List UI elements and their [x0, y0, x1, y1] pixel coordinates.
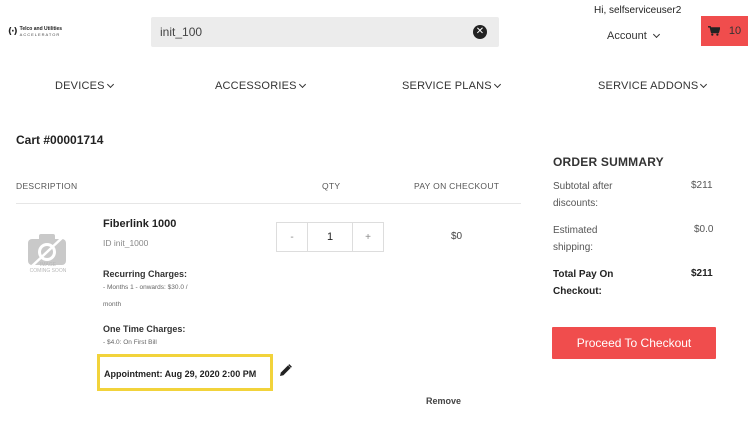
- remove-item-link[interactable]: Remove: [426, 396, 461, 406]
- total-value: $211: [691, 268, 713, 279]
- quantity-increment-button[interactable]: +: [353, 223, 383, 251]
- quantity-decrement-button[interactable]: -: [277, 223, 307, 251]
- chevron-down-icon: [493, 80, 501, 89]
- recurring-charges-label: Recurring Charges:: [103, 269, 188, 279]
- shipping-value: $0.0: [694, 224, 714, 235]
- logo-subtitle: ACCELERATOR: [19, 32, 61, 37]
- proceed-to-checkout-button[interactable]: Proceed To Checkout: [552, 327, 716, 359]
- product-name[interactable]: Fiberlink 1000: [103, 218, 176, 230]
- logo-mark: (·): [8, 27, 18, 37]
- nav-devices[interactable]: DEVICES: [55, 80, 114, 92]
- shopping-cart-icon: [707, 26, 720, 36]
- quantity-input[interactable]: 1: [307, 223, 353, 251]
- brand-logo[interactable]: (·) Telco and Utilities ACCELERATOR: [8, 27, 62, 38]
- cart-button[interactable]: 10: [701, 16, 748, 46]
- one-time-charges-label: One Time Charges:: [103, 324, 186, 334]
- search-bar[interactable]: init_100 ✕: [151, 17, 499, 47]
- cart-count: 10: [728, 25, 742, 37]
- chevron-down-icon: [700, 80, 708, 89]
- user-greeting: Hi, selfserviceuser2: [594, 5, 682, 16]
- shipping-label: Estimated shipping:: [553, 225, 598, 253]
- column-header-qty: QTY: [322, 181, 341, 191]
- account-label: Account: [607, 30, 647, 42]
- one-time-charge-line: - $4.0: On First Bill: [103, 339, 157, 346]
- total-label: Total Pay On Checkout:: [553, 269, 614, 297]
- subtotal-value: $211: [691, 180, 713, 191]
- nav-service-addons[interactable]: SERVICE ADDONS: [598, 80, 708, 92]
- pay-on-checkout-value: $0: [451, 231, 463, 242]
- chevron-down-icon: [106, 80, 114, 89]
- recurring-charge-line: month: [103, 301, 122, 308]
- column-header-pay-on-checkout: PAY ON CHECKOUT: [414, 181, 500, 191]
- edit-pencil-icon[interactable]: [279, 364, 292, 377]
- clear-search-icon[interactable]: ✕: [473, 25, 487, 39]
- order-summary-title: ORDER SUMMARY: [553, 155, 664, 169]
- chevron-down-icon: [652, 30, 660, 39]
- subtotal-label: Subtotal after discounts:: [553, 181, 613, 209]
- appointment-text: Appointment: Aug 29, 2020 2:00 PM: [104, 369, 257, 379]
- account-dropdown[interactable]: Account: [607, 30, 660, 42]
- cart-title: Cart #00001714: [16, 133, 104, 147]
- product-id: ID init_1000: [103, 238, 149, 248]
- image-coming-soon-caption: IMAGE COMING SOON: [29, 262, 67, 274]
- header-divider: [16, 203, 521, 204]
- nav-accessories[interactable]: ACCESSORIES: [215, 80, 306, 92]
- quantity-stepper[interactable]: - 1 +: [276, 222, 384, 252]
- column-header-description: DESCRIPTION: [16, 181, 78, 191]
- chevron-down-icon: [298, 80, 306, 89]
- nav-service-plans[interactable]: SERVICE PLANS: [402, 80, 501, 92]
- search-input[interactable]: init_100: [160, 25, 202, 39]
- recurring-charge-line: - Months 1 - onwards: $30.0 /: [103, 284, 188, 291]
